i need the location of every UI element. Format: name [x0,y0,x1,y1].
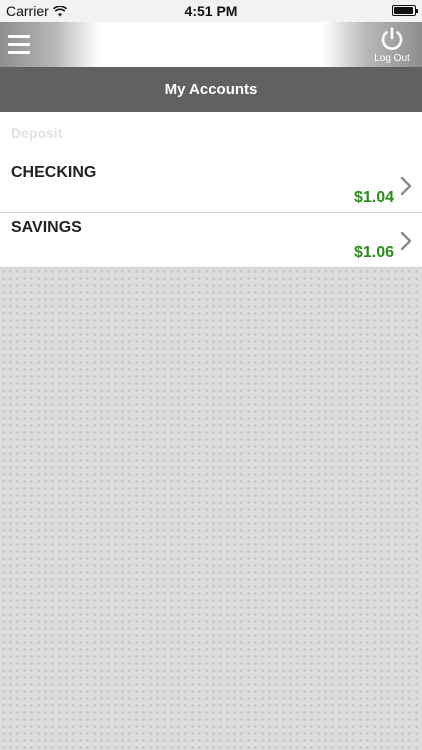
status-bar: Carrier 4:51 PM [0,0,422,22]
power-icon [381,27,403,50]
accounts-list: Deposit CHECKING $1.04 SAVINGS $1.06 [0,112,422,268]
top-toolbar: Log Out [0,22,422,67]
logout-label: Log Out [374,53,410,64]
chevron-right-icon [400,231,412,251]
account-balance: $1.06 [353,244,394,261]
page-title: My Accounts [164,81,258,98]
battery-icon [392,5,418,16]
title-bar: My Accounts [0,67,422,112]
background-pattern [0,268,422,750]
menu-button[interactable] [8,30,34,58]
hamburger-icon-line [8,50,30,54]
logout-button[interactable]: Log Out [370,24,414,66]
chevron-right-icon [400,176,412,196]
account-name: SAVINGS [11,219,82,236]
section-header-deposit: Deposit [11,125,63,141]
status-time: 4:51 PM [184,3,238,19]
hamburger-icon [8,34,30,38]
account-row-checking[interactable]: CHECKING $1.04 [0,158,422,213]
account-balance: $1.04 [353,189,394,206]
account-row-savings[interactable]: SAVINGS $1.06 [0,213,422,268]
account-name: CHECKING [11,164,97,181]
hamburger-icon-line [8,42,30,46]
battery-fill [394,7,413,14]
